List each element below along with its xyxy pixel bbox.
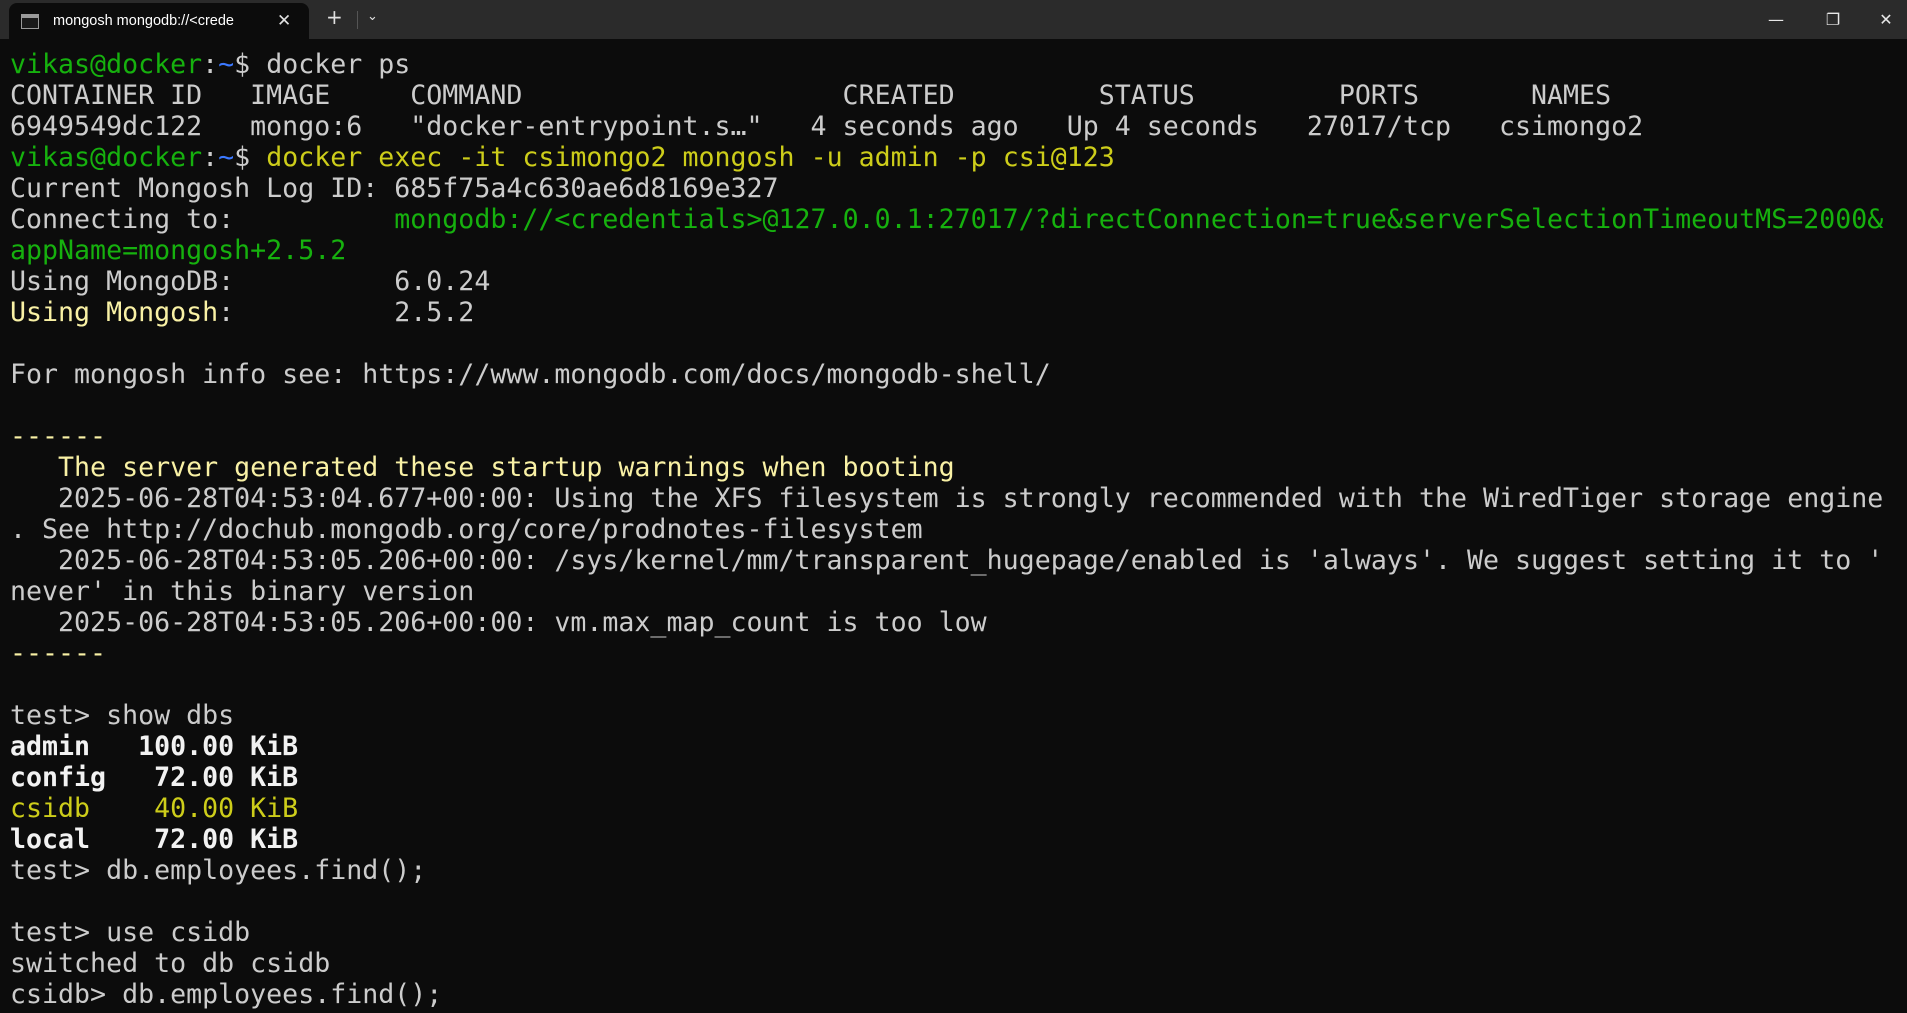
terminal-text: config 72.00 KiB — [10, 762, 299, 793]
terminal-text: switched to db csidb — [10, 948, 331, 979]
terminal-text: ------ — [10, 638, 107, 669]
tab-divider — [357, 11, 358, 29]
terminal-line: csidb 40.00 KiB — [10, 793, 1907, 824]
terminal-line: switched to db csidb — [10, 948, 1907, 979]
terminal-line: vikas@docker:~$ docker ps — [10, 49, 1907, 80]
terminal-text: vikas@docker — [10, 49, 203, 80]
tab-title: mongosh mongodb://<crede — [53, 13, 234, 29]
terminal-text: docker exec -it csimongo2 mongosh -u adm… — [266, 142, 1115, 173]
terminal-text: csidb 40.00 KiB — [10, 793, 299, 824]
terminal-text: ~ — [218, 49, 235, 80]
minimize-button[interactable]: — — [1747, 0, 1805, 39]
chevron-down-icon[interactable]: ⌄ — [367, 9, 378, 24]
terminal-line: never' in this binary version — [10, 576, 1907, 607]
terminal-line: Connecting to: mongodb://<credentials>@1… — [10, 204, 1907, 235]
terminal-line: Current Mongosh Log ID: 685f75a4c630ae6d… — [10, 173, 1907, 204]
terminal-text: test> db.employees.find(); — [10, 855, 427, 886]
maximize-button[interactable]: ❐ — [1804, 0, 1862, 39]
terminal-line: appName=mongosh+2.5.2 — [10, 235, 1907, 266]
terminal-text: $ — [234, 142, 267, 173]
terminal-text: $ docker ps — [234, 49, 411, 80]
terminal-line: CONTAINER ID IMAGE COMMAND CREATED STATU… — [10, 80, 1907, 111]
terminal-text: 2025-06-28T04:53:05.206+00:00: vm.max_ma… — [10, 607, 987, 638]
terminal-text: The server generated these startup warni… — [10, 452, 955, 483]
terminal-text: 6949549dc122 mongo:6 "docker-entrypoint.… — [10, 111, 1644, 142]
terminal-text: For mongosh info see: https://www.mongod… — [10, 359, 1051, 390]
terminal-tab[interactable]: mongosh mongodb://<crede ✕ — [9, 3, 309, 39]
terminal-text: CONTAINER ID IMAGE COMMAND CREATED STATU… — [10, 80, 1612, 111]
terminal-text: never' in this binary version — [10, 576, 475, 607]
terminal-line: For mongosh info see: https://www.mongod… — [10, 359, 1907, 390]
terminal-line: 2025-06-28T04:53:04.677+00:00: Using the… — [10, 483, 1907, 514]
terminal-text: 2025-06-28T04:53:05.206+00:00: /sys/kern… — [10, 545, 1884, 576]
terminal-text: csidb> db.employees.find(); — [10, 979, 443, 1010]
terminal-text: mongodb://<credentials>@127.0.0.1:27017/… — [394, 204, 1884, 235]
terminal-line: test> show dbs — [10, 700, 1907, 731]
terminal-line: Using MongoDB: 6.0.24 — [10, 266, 1907, 297]
terminal-line: test> use csidb — [10, 917, 1907, 948]
terminal-text: Using Mongosh — [10, 297, 219, 328]
terminal-line: . See http://dochub.mongodb.org/core/pro… — [10, 514, 1907, 545]
terminal-text: appName=mongosh+2.5.2 — [10, 235, 347, 266]
terminal-line: admin 100.00 KiB — [10, 731, 1907, 762]
terminal-line: local 72.00 KiB — [10, 824, 1907, 855]
terminal-text: test> show dbs — [10, 700, 235, 731]
terminal-text: Current Mongosh Log ID: 685f75a4c630ae6d… — [10, 173, 779, 204]
terminal-text: : — [202, 49, 219, 80]
terminal-text: : 2.5.2 — [218, 297, 475, 328]
terminal-text: local 72.00 KiB — [10, 824, 299, 855]
title-bar: mongosh mongodb://<crede ✕ + ⌄ — ❐ ✕ — [0, 0, 1907, 39]
terminal-output[interactable]: vikas@docker:~$ docker ps CONTAINER ID IM… — [10, 49, 1907, 1010]
terminal-text: 2025-06-28T04:53:04.677+00:00: Using the… — [10, 483, 1884, 514]
close-window-button[interactable]: ✕ — [1857, 0, 1907, 39]
terminal-text: ~ — [218, 142, 235, 173]
terminal-text: ------ — [10, 421, 107, 452]
terminal-text: . See http://dochub.mongodb.org/core/pro… — [10, 514, 923, 545]
terminal-text: Using MongoDB: 6.0.24 — [10, 266, 491, 297]
terminal-line: 2025-06-28T04:53:05.206+00:00: /sys/kern… — [10, 545, 1907, 576]
terminal-text: test> use csidb — [10, 917, 251, 948]
terminal-text: : — [202, 142, 219, 173]
terminal-line: 6949549dc122 mongo:6 "docker-entrypoint.… — [10, 111, 1907, 142]
terminal-line: ------ — [10, 638, 1907, 669]
close-tab-icon[interactable]: ✕ — [277, 11, 291, 31]
new-tab-button[interactable]: + — [326, 5, 343, 29]
terminal-line: vikas@docker:~$ docker exec -it csimongo… — [10, 142, 1907, 173]
terminal-text: Connecting to: — [10, 204, 395, 235]
terminal-line: ------ — [10, 421, 1907, 452]
terminal-text: admin 100.00 KiB — [10, 731, 299, 762]
terminal-line: test> db.employees.find(); — [10, 855, 1907, 886]
terminal-line: Using Mongosh: 2.5.2 — [10, 297, 1907, 328]
terminal-line: csidb> db.employees.find(); — [10, 979, 1907, 1010]
terminal-line: config 72.00 KiB — [10, 762, 1907, 793]
terminal-text: vikas@docker — [10, 142, 203, 173]
terminal-line: The server generated these startup warni… — [10, 452, 1907, 483]
terminal-line: 2025-06-28T04:53:05.206+00:00: vm.max_ma… — [10, 607, 1907, 638]
terminal-icon — [21, 13, 39, 29]
